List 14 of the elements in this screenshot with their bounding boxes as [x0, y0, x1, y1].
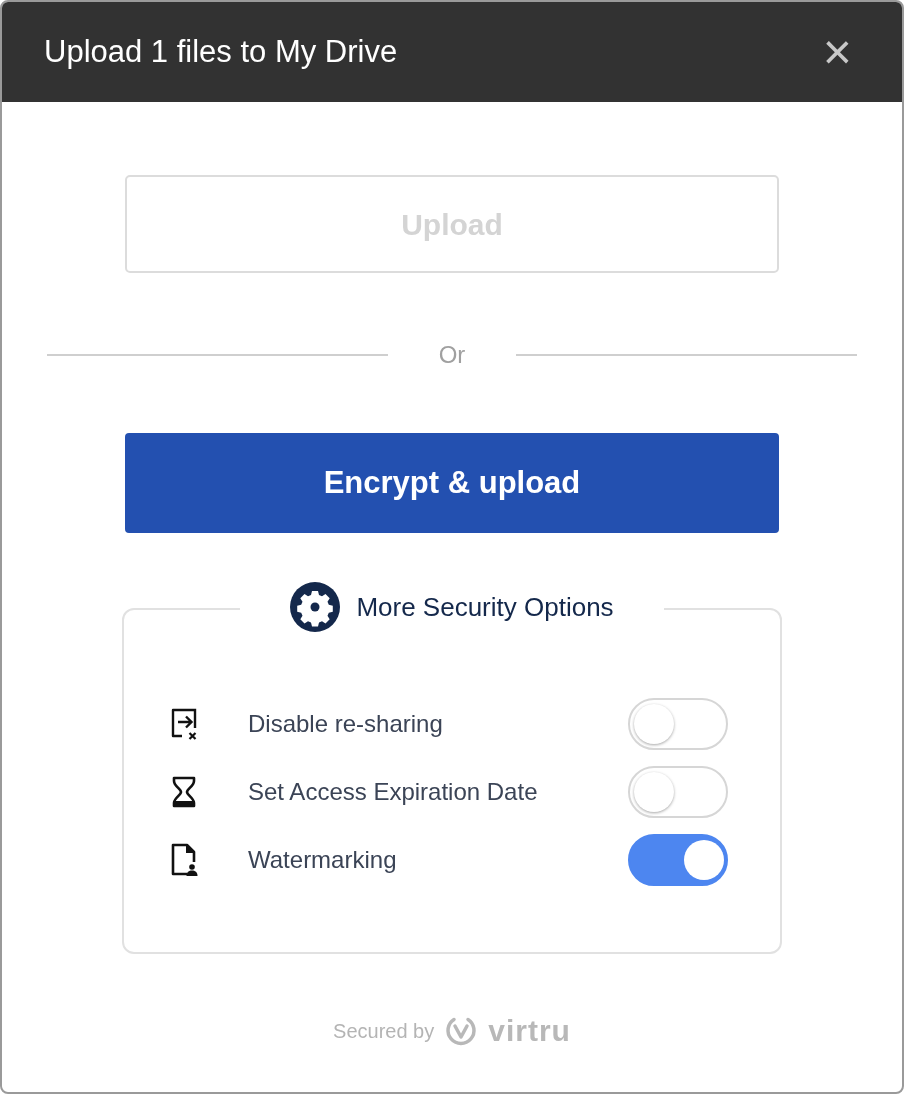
divider-text: Or: [437, 340, 467, 370]
share-blocked-icon: [170, 706, 198, 742]
option-label: Set Access Expiration Date: [248, 777, 539, 807]
hourglass-icon: [170, 774, 198, 810]
close-button[interactable]: ×: [818, 27, 856, 77]
encrypt-upload-button[interactable]: Encrypt & upload: [125, 433, 779, 533]
option-label: Disable re-sharing: [248, 709, 444, 739]
option-label: Watermarking: [248, 845, 398, 875]
document-user-icon: [170, 842, 198, 878]
window-title: Upload 1 files to My Drive: [44, 32, 398, 71]
brand-name: virtru: [488, 1016, 571, 1046]
toggle-switch[interactable]: [628, 834, 728, 886]
section-title: More Security Options: [356, 590, 614, 624]
secured-by-text: Secured by: [333, 1019, 435, 1044]
